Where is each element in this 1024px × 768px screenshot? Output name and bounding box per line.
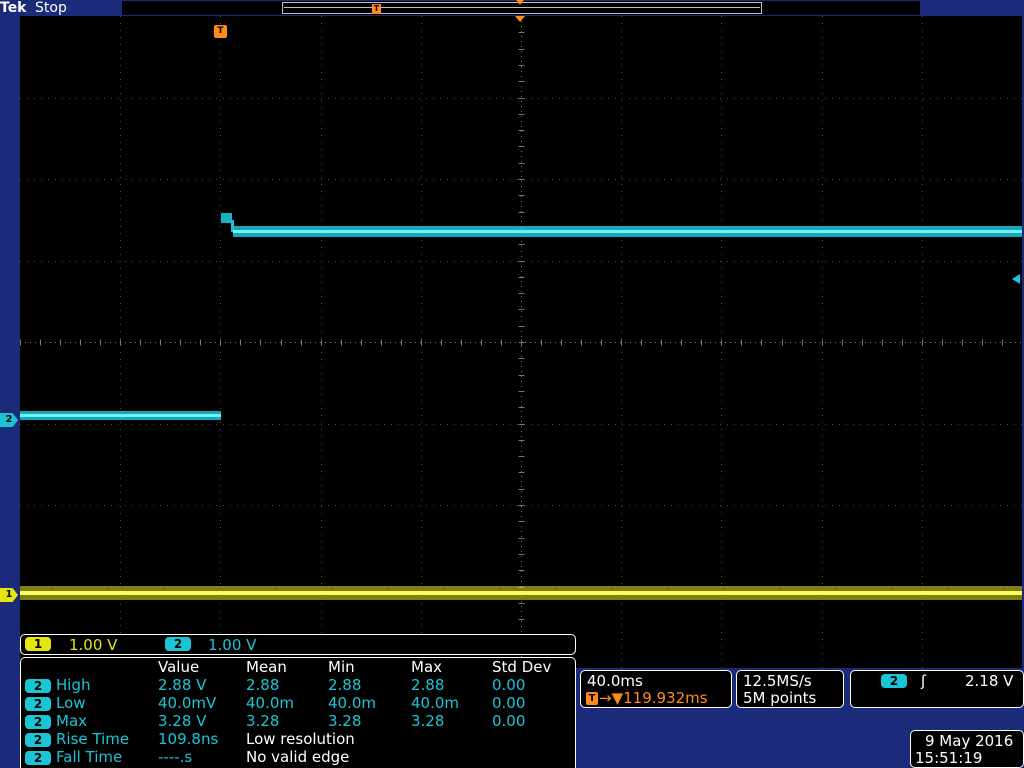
ch1-scale-value[interactable]: 1.00 V bbox=[69, 636, 117, 654]
trigger-delay-icon: T bbox=[586, 692, 598, 705]
meas-row-name[interactable]: Rise Time bbox=[56, 730, 129, 748]
meas-row-mean: 40.0m bbox=[246, 694, 295, 712]
trigger-panel[interactable]: 2 ʃ 2.18 V bbox=[850, 670, 1024, 708]
horizontal-center-arrow-icon bbox=[515, 16, 525, 22]
meas-row-value: 109.8ns bbox=[158, 730, 219, 748]
col-header-max: Max bbox=[411, 658, 443, 676]
meas-row-std-dev: 0.00 bbox=[492, 694, 526, 712]
time-label: 15:51:19 bbox=[915, 749, 983, 767]
ch2-high-core bbox=[233, 230, 1022, 233]
meas-row-channel-badge: 2 bbox=[25, 697, 51, 711]
meas-row-value: 40.0mV bbox=[158, 694, 217, 712]
col-header-mean: Mean bbox=[246, 658, 287, 676]
meas-row-name[interactable]: Low bbox=[56, 694, 86, 712]
meas-row-min: 2.88 bbox=[328, 676, 362, 694]
meas-row-name[interactable]: Max bbox=[56, 712, 87, 730]
meas-row-max: 3.28 bbox=[411, 712, 445, 730]
brand-label: Tek bbox=[0, 0, 27, 16]
trigger-source-badge: 2 bbox=[881, 674, 907, 688]
ch2-scale-badge[interactable]: 2 bbox=[165, 637, 191, 651]
meas-row-mean: 3.28 bbox=[246, 712, 280, 730]
meas-row-channel-badge: 2 bbox=[25, 715, 51, 729]
meas-row-channel-badge: 2 bbox=[25, 751, 51, 765]
meas-row-min: 3.28 bbox=[328, 712, 362, 730]
meas-row-value: 2.88 V bbox=[158, 676, 207, 694]
meas-row-value: 3.28 V bbox=[158, 712, 207, 730]
date-label: 9 May 2016 bbox=[925, 732, 1014, 750]
record-trigger-icon: T bbox=[372, 4, 381, 14]
meas-row-min: 40.0m bbox=[328, 694, 377, 712]
meas-row-std-dev: 0.00 bbox=[492, 712, 526, 730]
waveform-display[interactable] bbox=[20, 16, 1022, 668]
meas-row-max: 2.88 bbox=[411, 676, 445, 694]
meas-row-channel-badge: 2 bbox=[25, 679, 51, 693]
graticule-grid bbox=[20, 16, 1022, 668]
record-view-line bbox=[284, 7, 760, 8]
ch1-ground-marker[interactable]: 1 bbox=[0, 588, 18, 602]
ch2-step bbox=[221, 213, 232, 223]
datetime-panel: 9 May 2016 15:51:19 bbox=[910, 730, 1024, 768]
meas-row-value: ----.s bbox=[158, 748, 193, 766]
col-header-std-dev: Std Dev bbox=[492, 658, 552, 676]
record-center-arrow-icon bbox=[516, 0, 524, 5]
measurements-panel: Value Mean Min Max Std Dev 2 High 2.88 V… bbox=[20, 657, 576, 768]
ch2-scale-value[interactable]: 1.00 V bbox=[208, 636, 256, 654]
meas-row-name[interactable]: High bbox=[56, 676, 90, 694]
record-length: 5M points bbox=[743, 689, 817, 707]
col-header-value: Value bbox=[158, 658, 200, 676]
horizontal-settings-panel[interactable]: 40.0ms T →▼119.932ms bbox=[580, 670, 732, 708]
top-status-bar: Tek Stop T bbox=[0, 0, 1024, 16]
trigger-position-icon[interactable]: T bbox=[214, 25, 227, 38]
rising-edge-icon: ʃ bbox=[921, 672, 927, 690]
meas-row-std-dev: 0.00 bbox=[492, 676, 526, 694]
channel-scale-bar: 1 1.00 V 2 1.00 V bbox=[20, 634, 576, 655]
ch1-scale-badge[interactable]: 1 bbox=[25, 637, 51, 651]
meas-row-mean: 2.88 bbox=[246, 676, 280, 694]
acquisition-panel[interactable]: 12.5MS/s 5M points bbox=[736, 670, 844, 708]
channel-1-trace bbox=[20, 586, 1022, 600]
ch2-ground-marker[interactable]: 2 bbox=[0, 413, 18, 427]
acquisition-status: Stop bbox=[35, 0, 67, 16]
ch2-low-core bbox=[20, 414, 221, 417]
horizontal-delay: →▼119.932ms bbox=[599, 689, 708, 707]
meas-row-note: No valid edge bbox=[246, 748, 350, 766]
ch1-core bbox=[20, 591, 1022, 595]
meas-row-name[interactable]: Fall Time bbox=[56, 748, 122, 766]
meas-row-max: 40.0m bbox=[411, 694, 460, 712]
col-header-min: Min bbox=[328, 658, 355, 676]
sample-rate: 12.5MS/s bbox=[743, 672, 812, 690]
trigger-level: 2.18 V bbox=[965, 672, 1014, 690]
meas-row-channel-badge: 2 bbox=[25, 733, 51, 747]
meas-row-note: Low resolution bbox=[246, 730, 355, 748]
horizontal-scale: 40.0ms bbox=[587, 672, 643, 690]
trigger-level-arrow-icon[interactable] bbox=[1012, 274, 1020, 284]
